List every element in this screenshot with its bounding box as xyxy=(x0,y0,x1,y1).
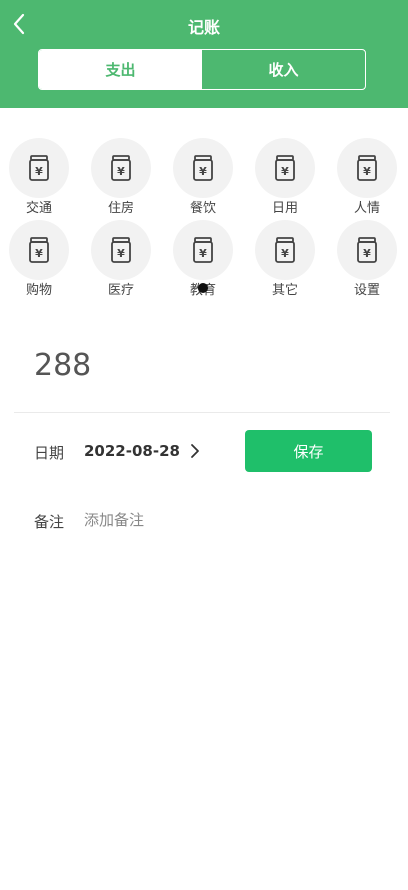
yuan-jar-icon: ¥ xyxy=(337,220,397,280)
svg-text:¥: ¥ xyxy=(199,165,207,178)
category-grid: ¥ 交通 ¥ 住房 ¥ 餐饮 ¥ 日用 ¥ 人情 ¥ 购物 ¥ 医疗 ¥ ¥ 其… xyxy=(0,138,408,302)
category-item[interactable]: ¥ 日用 xyxy=(255,138,315,217)
note-input[interactable] xyxy=(84,509,364,531)
category-label: 医疗 xyxy=(107,283,134,298)
category-label: 餐饮 xyxy=(189,201,216,216)
yuan-jar-icon: ¥ xyxy=(9,138,69,198)
category-label: 住房 xyxy=(107,201,134,216)
yuan-jar-icon: ¥ xyxy=(173,220,233,280)
svg-text:¥: ¥ xyxy=(35,247,43,260)
svg-text:¥: ¥ xyxy=(35,165,43,178)
yuan-jar-icon: ¥ xyxy=(91,138,151,198)
category-label: 设置 xyxy=(353,283,380,298)
yuan-jar-icon: ¥ xyxy=(255,220,315,280)
tab-income[interactable]: 收入 xyxy=(202,50,365,89)
category-label: 日用 xyxy=(271,201,298,216)
yuan-jar-icon: ¥ xyxy=(91,220,151,280)
category-label: 购物 xyxy=(25,283,52,298)
svg-text:¥: ¥ xyxy=(281,247,289,260)
category-label: 人情 xyxy=(353,201,380,216)
header-bar: 记账 支出 收入 xyxy=(0,0,408,108)
svg-text:¥: ¥ xyxy=(117,247,125,260)
yuan-jar-icon: ¥ xyxy=(337,138,397,198)
category-item[interactable]: ¥ 其它 xyxy=(255,220,315,299)
svg-text:¥: ¥ xyxy=(363,247,371,260)
date-label: 日期 xyxy=(34,444,65,462)
category-item[interactable]: ¥ 住房 xyxy=(91,138,151,217)
yuan-jar-icon: ¥ xyxy=(173,138,233,198)
category-item[interactable]: ¥ 设置 xyxy=(337,220,397,299)
category-item[interactable]: ¥ 餐饮 xyxy=(173,138,233,217)
note-label: 备注 xyxy=(34,513,65,531)
category-label: 交通 xyxy=(25,201,52,216)
category-item[interactable]: ¥ 交通 xyxy=(9,138,69,217)
svg-text:¥: ¥ xyxy=(281,165,289,178)
cursor-dot xyxy=(198,283,208,293)
category-item[interactable]: ¥ 购物 xyxy=(9,220,69,299)
yuan-jar-icon: ¥ xyxy=(9,220,69,280)
date-picker[interactable]: 2022-08-28 xyxy=(84,442,180,460)
svg-text:¥: ¥ xyxy=(199,247,207,260)
svg-text:¥: ¥ xyxy=(117,165,125,178)
tab-expense[interactable]: 支出 xyxy=(39,50,202,89)
category-item[interactable]: ¥ 医疗 xyxy=(91,220,151,299)
page-title: 记账 xyxy=(187,18,220,37)
svg-text:¥: ¥ xyxy=(363,165,371,178)
chevron-right-icon[interactable] xyxy=(188,442,202,460)
category-item[interactable]: ¥ 人情 xyxy=(337,138,397,217)
type-switch: 支出 收入 xyxy=(38,49,366,90)
divider xyxy=(14,412,390,413)
category-row: ¥ 交通 ¥ 住房 ¥ 餐饮 ¥ 日用 ¥ 人情 xyxy=(0,138,408,220)
yuan-jar-icon: ¥ xyxy=(255,138,315,198)
category-label: 其它 xyxy=(271,283,298,298)
amount-display[interactable]: 288 xyxy=(34,348,91,383)
save-button[interactable]: 保存 xyxy=(245,430,372,472)
